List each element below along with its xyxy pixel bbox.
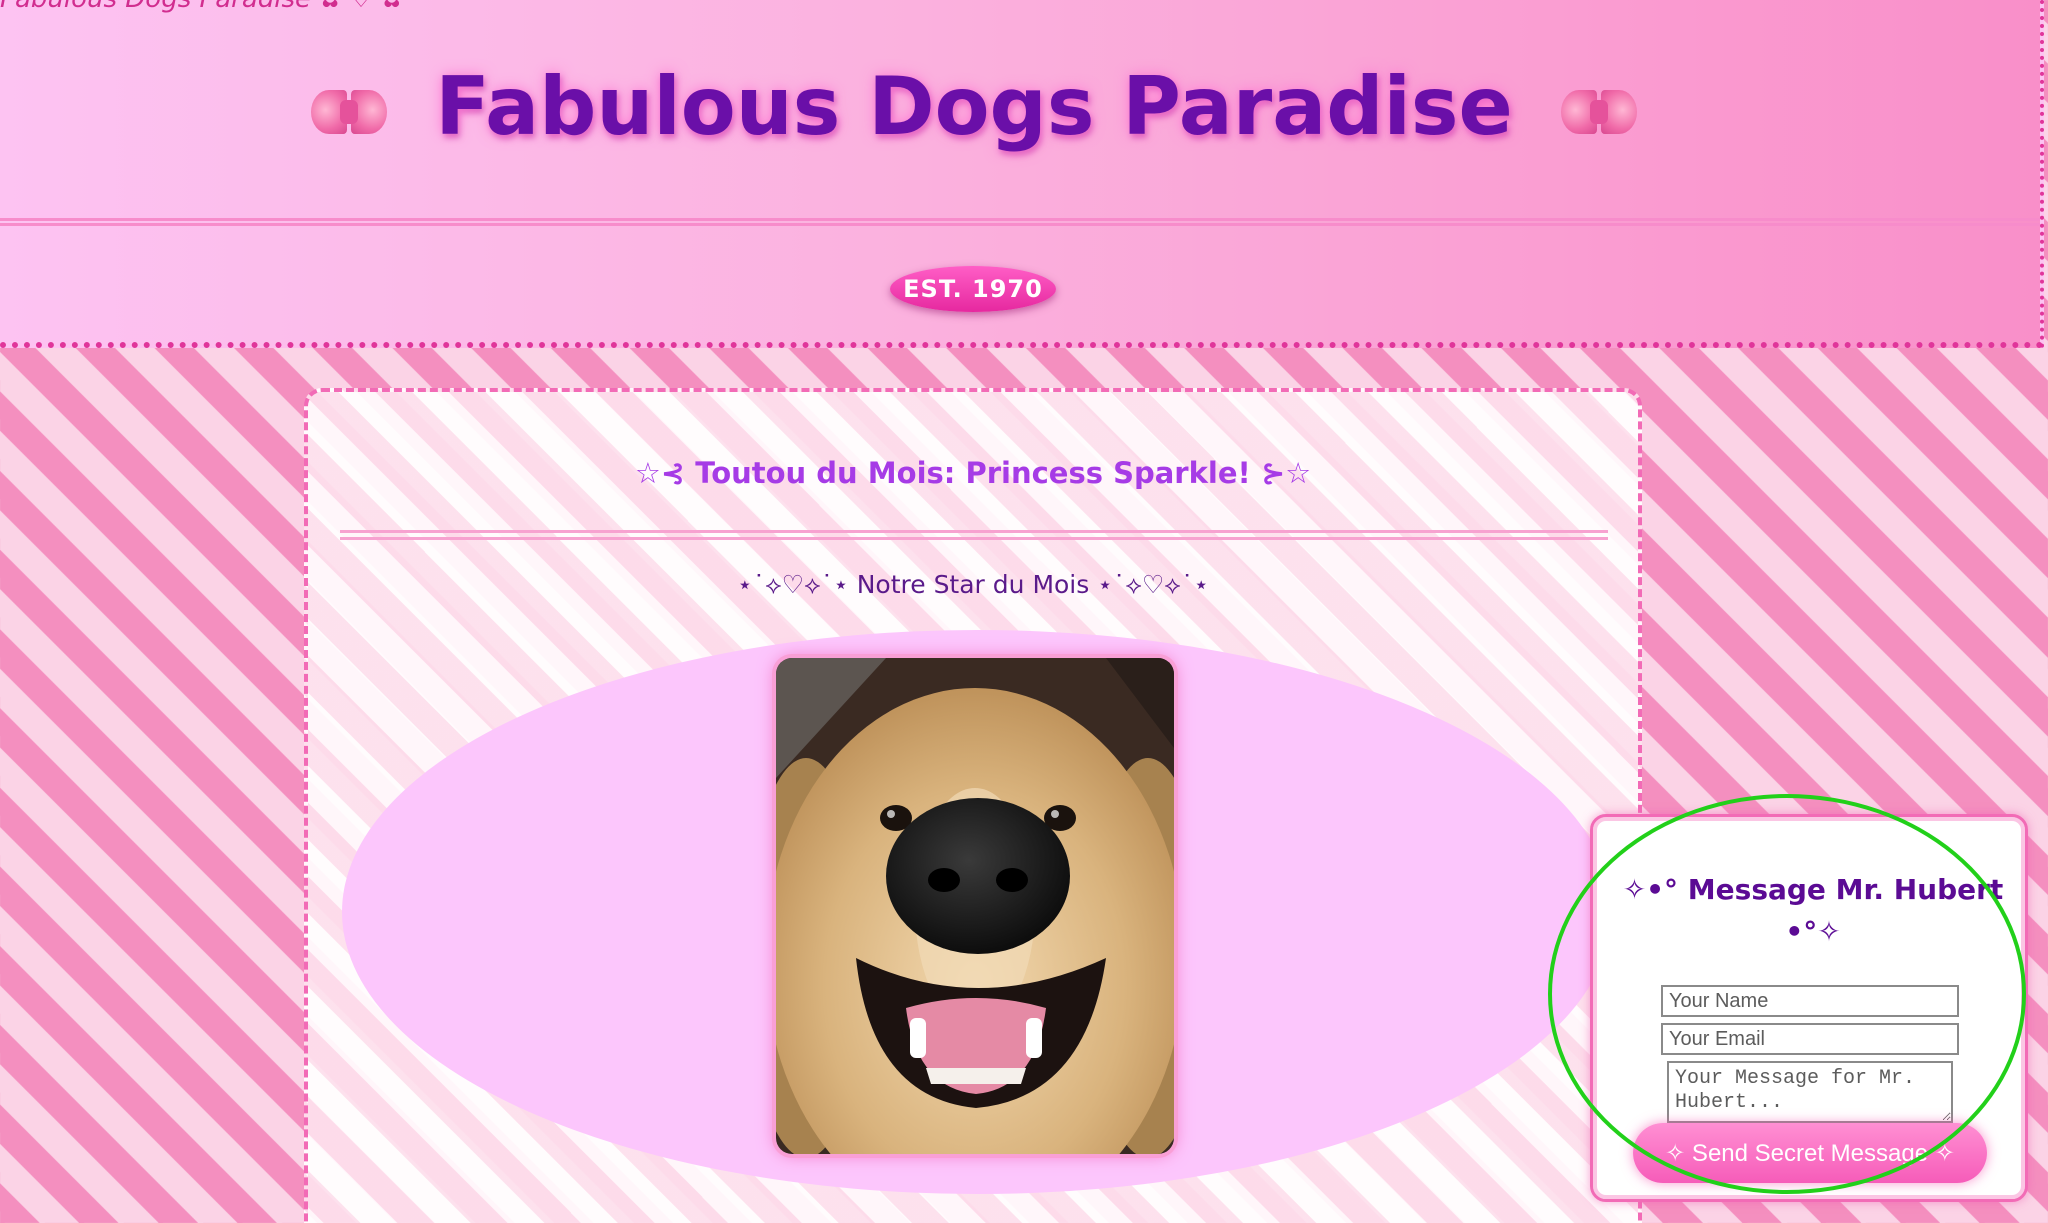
dog-of-the-month-card: ☆⊰ Toutou du Mois: Princess Sparkle! ⊱☆ … — [304, 388, 1642, 1223]
golden-retriever-photo — [776, 658, 1174, 1154]
card-divider — [340, 530, 1608, 540]
site-header: Fabulous Dogs Paradise ✿ ♡ ✿ Fabulous Do… — [0, 0, 2044, 348]
send-message-button[interactable]: ✧ Send Secret Message ✧ — [1633, 1123, 1987, 1183]
bow-icon — [311, 84, 387, 140]
bow-icon — [1560, 84, 1637, 140]
contact-widget: ✧•° Message Mr. Hubert •°✧ ✧ Send Secret… — [1590, 814, 2028, 1202]
scrolling-marquee: Fabulous Dogs Paradise ✿ ♡ ✿ — [0, 0, 403, 14]
site-title-text: Fabulous Dogs Paradise — [435, 60, 1513, 153]
established-badge: EST. 1970 — [890, 266, 1056, 312]
dog-of-month-title: ☆⊰ Toutou du Mois: Princess Sparkle! ⊱☆ — [634, 456, 1312, 490]
contact-title: ✧•° Message Mr. Hubert •°✧ — [1622, 873, 2004, 948]
email-input[interactable] — [1661, 1023, 1959, 1055]
message-textarea[interactable] — [1667, 1061, 1953, 1123]
header-divider — [0, 218, 2040, 226]
name-input[interactable] — [1661, 985, 1959, 1017]
site-title: Fabulous Dogs Paradise — [0, 60, 1948, 153]
star-subtitle: ⋆˙⟡♡⟡˙⋆ Notre Star du Mois ⋆˙⟡♡⟡˙⋆ — [737, 570, 1209, 599]
